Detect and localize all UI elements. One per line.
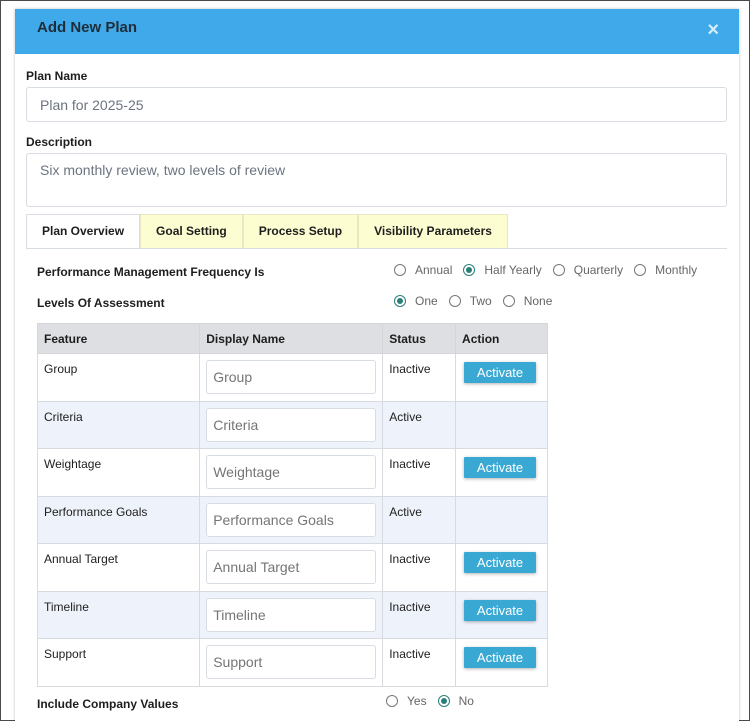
frequency-radio-group: Annual Half Yearly Quarterly Monthly [394, 263, 708, 277]
tab-visibility-parameters[interactable]: Visibility Parameters [358, 214, 508, 249]
display-name-input[interactable] [206, 502, 377, 537]
radio-one[interactable] [394, 295, 406, 307]
levels-option-one[interactable]: One [394, 294, 438, 308]
levels-option-label: One [415, 294, 438, 308]
feature-cell: Group [36, 353, 201, 402]
display-name-input[interactable] [206, 455, 377, 489]
display-name-cell [199, 400, 384, 449]
feature-cell: Support [36, 638, 201, 687]
frequency-option-label: Half Yearly [484, 263, 542, 277]
radio-annual[interactable] [394, 264, 406, 276]
table-row: Criteria Active [36, 400, 548, 449]
feature-cell: Criteria [36, 400, 201, 449]
status-cell: Inactive [382, 590, 457, 639]
action-cell: Activate [455, 590, 548, 639]
tab-plan-overview[interactable]: Plan Overview [26, 214, 141, 249]
radio-no[interactable] [437, 695, 450, 707]
action-cell [455, 400, 548, 449]
frequency-option-monthly[interactable]: Monthly [634, 263, 697, 277]
frequency-option-label: Annual [415, 263, 453, 277]
activate-button[interactable]: Activate [464, 362, 537, 383]
status-cell: Inactive [382, 353, 457, 402]
levels-option-two[interactable]: Two [448, 294, 492, 308]
display-name-cell [199, 353, 384, 402]
radio-yes[interactable] [386, 695, 398, 707]
company-values-radio-group: Yes No [386, 694, 485, 708]
table-row: Performance Goals Active [36, 495, 548, 544]
tab-bar: Plan Overview Goal Setting Process Setup… [26, 214, 508, 249]
action-cell: Activate [455, 638, 548, 687]
table-row: Timeline Inactive Activate [36, 590, 548, 639]
display-name-cell [199, 543, 384, 592]
status-cell: Inactive [382, 448, 457, 497]
table-header-row: Feature Display Name Status Action [36, 323, 548, 354]
levels-option-label: Two [469, 294, 492, 308]
company-values-option-label: Yes [407, 694, 427, 708]
radio-two[interactable] [448, 295, 461, 307]
levels-label: Levels Of Assessment [37, 296, 165, 310]
display-name-cell [199, 590, 384, 639]
close-icon[interactable]: × [707, 19, 719, 41]
table-row: Annual Target Inactive Activate [36, 543, 548, 592]
action-cell [455, 495, 548, 544]
feature-table: Feature Display Name Status Action Group… [36, 323, 548, 687]
company-values-option-yes[interactable]: Yes [386, 694, 427, 708]
display-name-input[interactable] [206, 360, 377, 394]
status-cell: Active [382, 400, 457, 449]
company-values-label: Include Company Values [37, 697, 179, 711]
display-name-input[interactable] [206, 645, 377, 679]
tab-process-setup[interactable]: Process Setup [242, 214, 359, 249]
company-values-option-no[interactable]: No [437, 694, 474, 708]
frequency-option-label: Quarterly [573, 263, 624, 277]
header-display-name: Display Name [199, 323, 384, 354]
feature-cell: Performance Goals [36, 495, 201, 544]
table-row: Support Inactive Activate [36, 638, 548, 687]
table-row: Group Inactive Activate [36, 353, 548, 402]
display-name-input[interactable] [206, 407, 377, 442]
activate-button[interactable]: Activate [464, 599, 537, 621]
frequency-option-annual[interactable]: Annual [394, 263, 452, 277]
frequency-option-label: Monthly [655, 263, 698, 277]
display-name-cell [199, 638, 384, 687]
action-cell: Activate [455, 448, 548, 497]
levels-option-label: None [523, 294, 553, 308]
status-cell: Active [382, 495, 457, 544]
modal-title: Add New Plan [37, 19, 138, 36]
status-cell: Inactive [382, 543, 457, 592]
frequency-label: Performance Management Frequency Is [37, 265, 265, 279]
action-cell: Activate [455, 353, 548, 402]
activate-button[interactable]: Activate [464, 552, 537, 573]
frequency-option-quarterly[interactable]: Quarterly [552, 263, 624, 277]
frequency-option-half-yearly[interactable]: Half Yearly [463, 263, 542, 277]
radio-monthly[interactable] [634, 264, 647, 276]
tabs-divider [26, 248, 727, 249]
radio-none[interactable] [502, 295, 515, 307]
header-feature: Feature [36, 323, 201, 354]
header-status: Status [382, 323, 457, 354]
description-label: Description [26, 135, 93, 149]
tab-goal-setting[interactable]: Goal Setting [140, 214, 243, 249]
display-name-input[interactable] [206, 597, 377, 632]
levels-option-none[interactable]: None [502, 294, 553, 308]
feature-cell: Annual Target [36, 543, 201, 592]
display-name-cell [199, 448, 384, 497]
radio-quarterly[interactable] [552, 264, 565, 276]
display-name-cell [199, 495, 384, 544]
feature-cell: Timeline [36, 590, 201, 639]
table-row: Weightage Inactive Activate [36, 448, 548, 497]
company-values-option-label: No [458, 694, 474, 708]
modal-header: Add New Plan × [15, 9, 739, 54]
header-action: Action [455, 323, 548, 354]
plan-name-label: Plan Name [26, 69, 88, 83]
description-textarea[interactable]: Six monthly review, two levels of review [26, 153, 727, 207]
radio-half-yearly[interactable] [463, 264, 476, 276]
levels-radio-group: One Two None [394, 294, 563, 308]
action-cell: Activate [455, 543, 548, 592]
activate-button[interactable]: Activate [464, 457, 537, 478]
status-cell: Inactive [382, 638, 457, 687]
activate-button[interactable]: Activate [464, 647, 537, 668]
plan-name-input[interactable] [26, 87, 727, 122]
feature-cell: Weightage [36, 448, 201, 497]
display-name-input[interactable] [206, 550, 377, 584]
